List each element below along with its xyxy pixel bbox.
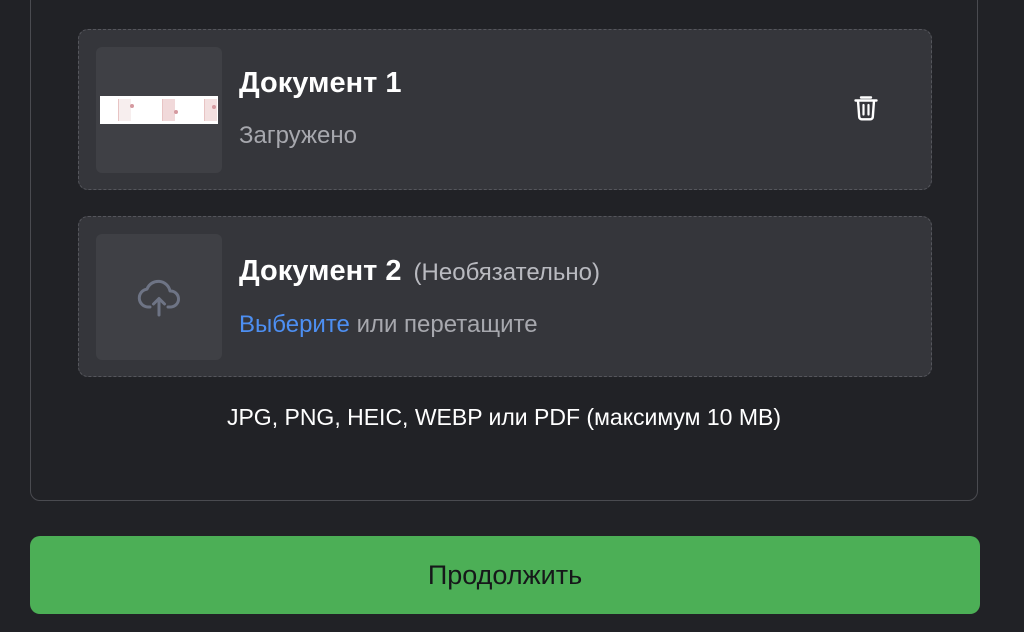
allowed-formats-note: JPG, PNG, HEIC, WEBP или PDF (максимум 1… (226, 404, 782, 430)
document-thumbnail (96, 47, 222, 173)
optional-label: (Необязательно) (413, 259, 600, 286)
select-file-link[interactable]: Выберите (239, 311, 350, 338)
document-title: Документ 2 (Необязательно) (239, 255, 600, 288)
document-preview-image (100, 96, 218, 124)
upload-placeholder (96, 234, 222, 360)
drag-hint-text: или перетащите (349, 311, 538, 338)
delete-document-button[interactable] (849, 91, 883, 125)
trash-icon (854, 96, 878, 121)
document-title-text: Документ 1 (239, 67, 402, 99)
document-dropzone-2[interactable]: Документ 2 (Необязательно) Выберите или … (78, 216, 932, 377)
dropzone-instructions: Выберите или перетащите (239, 311, 538, 339)
continue-button[interactable]: Продолжить (30, 536, 980, 614)
document-slot-1: Документ 1 Загружено (78, 29, 932, 190)
document-title: Документ 1 (239, 67, 401, 100)
document-title-text: Документ 2 (239, 255, 402, 287)
document-status: Загружено (239, 122, 357, 149)
cloud-upload-icon (137, 279, 180, 317)
